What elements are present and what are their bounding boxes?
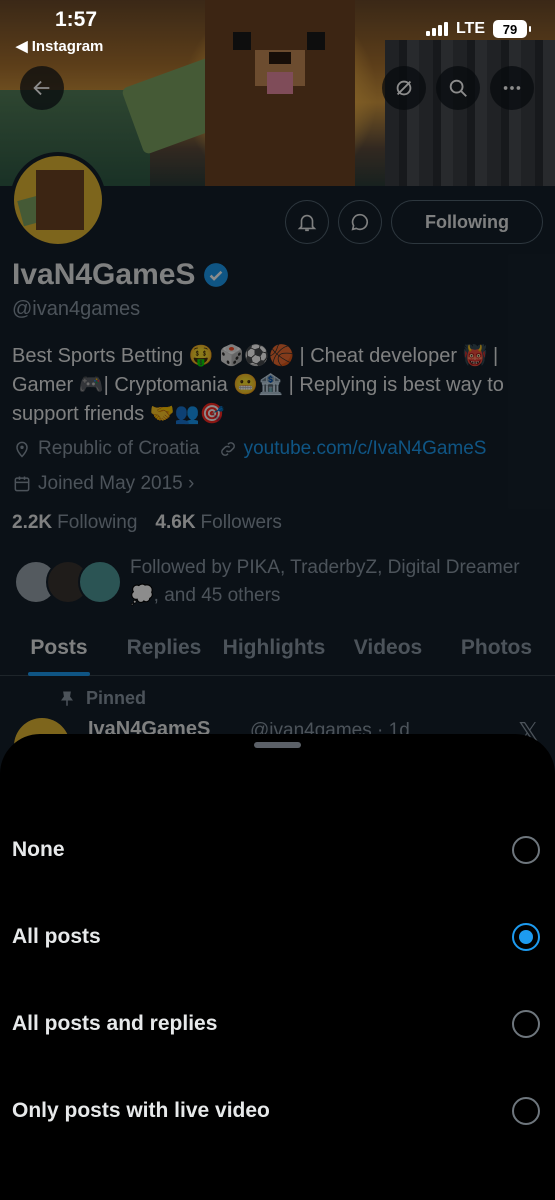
sheet-grabber[interactable] [254,742,301,748]
notification-settings-sheet: None All posts All posts and replies Onl… [0,734,555,1200]
option-live-video[interactable]: Only posts with live video [0,1081,555,1141]
option-label: All posts and replies [12,1012,218,1035]
option-label: Only posts with live video [12,1099,270,1122]
radio-live-video[interactable] [512,1097,540,1125]
status-time: 1:57 [55,8,98,31]
battery-icon: 79 [493,20,531,38]
network-type: LTE [455,20,485,37]
option-all-posts[interactable]: All posts [0,907,555,967]
option-all-posts-and-replies[interactable]: All posts and replies [0,994,555,1054]
radio-none[interactable] [512,836,540,864]
radio-all-posts-and-replies[interactable] [512,1010,540,1038]
option-none[interactable]: None [0,820,555,880]
status-indicators: LTE 79 [425,20,531,38]
option-label: All posts [12,925,101,948]
signal-bars-icon [425,22,448,36]
back-to-app-link[interactable]: ◀ Instagram [16,37,103,55]
radio-all-posts[interactable] [512,923,540,951]
option-label: None [12,838,65,861]
battery-level: 79 [502,21,518,37]
